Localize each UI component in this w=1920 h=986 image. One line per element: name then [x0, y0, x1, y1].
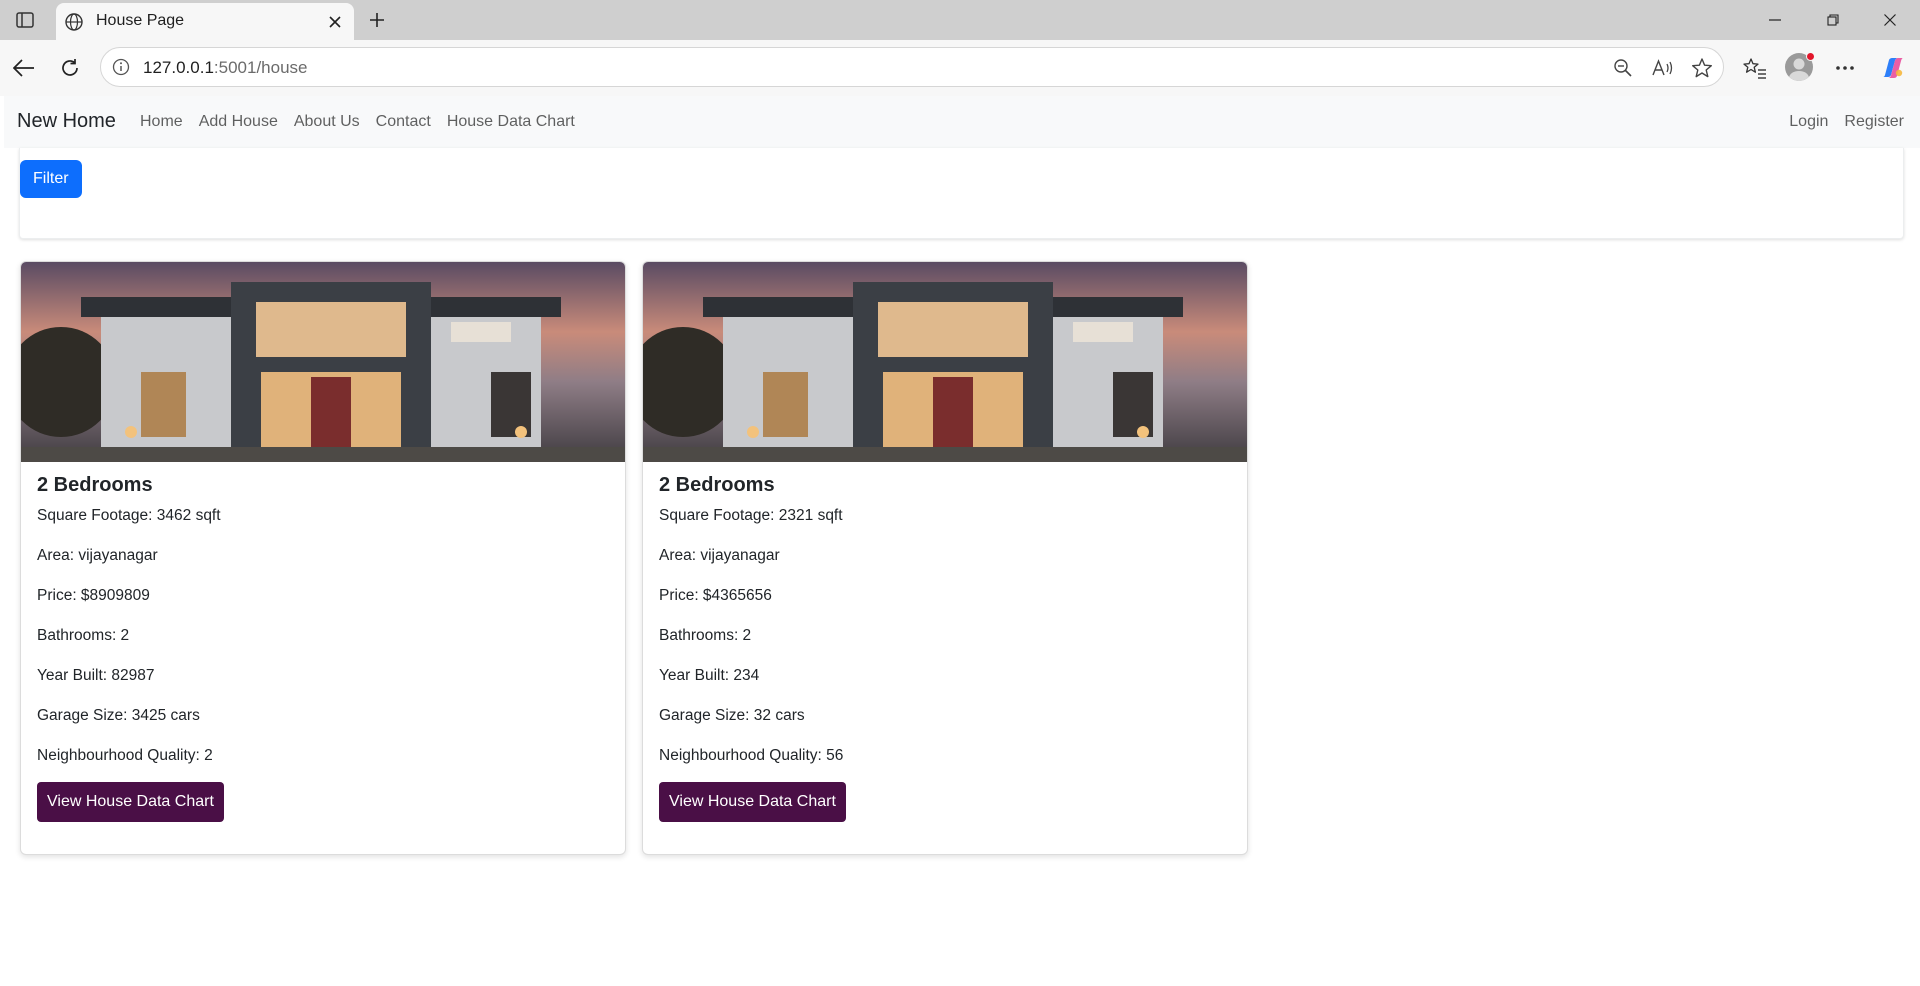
garage-size: Garage Size: 32 cars	[659, 707, 805, 724]
nav-link-contact[interactable]: Contact	[376, 113, 431, 131]
house-card: 2 Bedrooms Square Footage: 2321 sqft Are…	[642, 261, 1248, 855]
neighbourhood-quality: Neighbourhood Quality: 2	[37, 747, 213, 764]
read-aloud-icon[interactable]	[1651, 56, 1675, 80]
sidebar-toggle-icon[interactable]	[12, 8, 38, 32]
address-bar[interactable]: 127.0.0.1:5001/house	[100, 47, 1724, 87]
view-house-data-chart-button[interactable]: View House Data Chart	[37, 782, 224, 822]
url-path: :5001/house	[213, 58, 308, 77]
favorites-list-icon[interactable]	[1741, 54, 1769, 82]
new-tab-plus-icon[interactable]	[364, 8, 390, 32]
bathrooms: Bathrooms: 2	[37, 627, 130, 644]
square-footage: Square Footage: 3462 sqft	[37, 507, 221, 524]
site-info-icon[interactable]	[111, 57, 131, 77]
url-text[interactable]: 127.0.0.1:5001/house	[143, 58, 308, 78]
close-icon[interactable]	[324, 11, 346, 33]
neighbourhood-quality: Neighbourhood Quality: 56	[659, 747, 844, 764]
garage-size: Garage Size: 3425 cars	[37, 707, 200, 724]
browser-toolbar: 127.0.0.1:5001/house	[0, 40, 1920, 96]
house-image	[643, 262, 1247, 462]
bathrooms: Bathrooms: 2	[659, 627, 752, 644]
reload-icon[interactable]	[56, 54, 84, 82]
nav-link-add-house[interactable]: Add House	[199, 113, 278, 131]
house-title: 2 Bedrooms	[37, 474, 153, 496]
site-navbar: New Home Home Add House About Us Contact…	[4, 96, 1920, 148]
nav-link-login[interactable]: Login	[1789, 113, 1828, 131]
more-options-icon[interactable]	[1831, 54, 1859, 82]
restore-icon[interactable]	[1813, 6, 1853, 34]
house-card-body: 2 Bedrooms Square Footage: 2321 sqft Are…	[659, 474, 1233, 786]
nav-link-house-data-chart[interactable]: House Data Chart	[447, 113, 575, 131]
price: Price: $4365656	[659, 587, 772, 604]
url-host: 127.0.0.1	[143, 58, 214, 77]
filter-panel: Filter	[19, 148, 1904, 239]
house-image	[21, 262, 625, 462]
nav-link-home[interactable]: Home	[140, 113, 183, 131]
page-viewport: New Home Home Add House About Us Contact…	[4, 96, 1920, 986]
area: Area: vijayanagar	[37, 547, 158, 564]
zoom-out-icon[interactable]	[1611, 56, 1635, 80]
nav-link-about-us[interactable]: About Us	[294, 113, 360, 131]
year-built: Year Built: 82987	[37, 667, 155, 684]
minimize-icon[interactable]	[1755, 6, 1795, 34]
year-built: Year Built: 234	[659, 667, 760, 684]
favorite-star-icon[interactable]	[1690, 56, 1714, 80]
nav-links: Home Add House About Us Contact House Da…	[140, 113, 575, 131]
tab-title: House Page	[96, 12, 185, 29]
filter-button[interactable]: Filter	[20, 160, 82, 198]
navbar-brand[interactable]: New Home	[17, 110, 116, 133]
price: Price: $8909809	[37, 587, 150, 604]
browser-tab-active[interactable]: House Page	[56, 3, 354, 40]
browser-tab-bar: House Page	[0, 0, 1920, 40]
area: Area: vijayanagar	[659, 547, 780, 564]
house-title: 2 Bedrooms	[659, 474, 775, 496]
nav-links-right: Login Register	[1789, 113, 1904, 131]
house-card: 2 Bedrooms Square Footage: 3462 sqft Are…	[20, 261, 626, 855]
notification-dot-icon	[1806, 52, 1815, 61]
globe-icon	[64, 12, 84, 32]
back-arrow-icon[interactable]	[10, 54, 38, 82]
square-footage: Square Footage: 2321 sqft	[659, 507, 843, 524]
house-card-body: 2 Bedrooms Square Footage: 3462 sqft Are…	[37, 474, 611, 786]
copilot-icon[interactable]	[1879, 54, 1907, 82]
window-close-icon[interactable]	[1870, 6, 1910, 34]
view-house-data-chart-button[interactable]: View House Data Chart	[659, 782, 846, 822]
nav-link-register[interactable]: Register	[1844, 113, 1904, 131]
